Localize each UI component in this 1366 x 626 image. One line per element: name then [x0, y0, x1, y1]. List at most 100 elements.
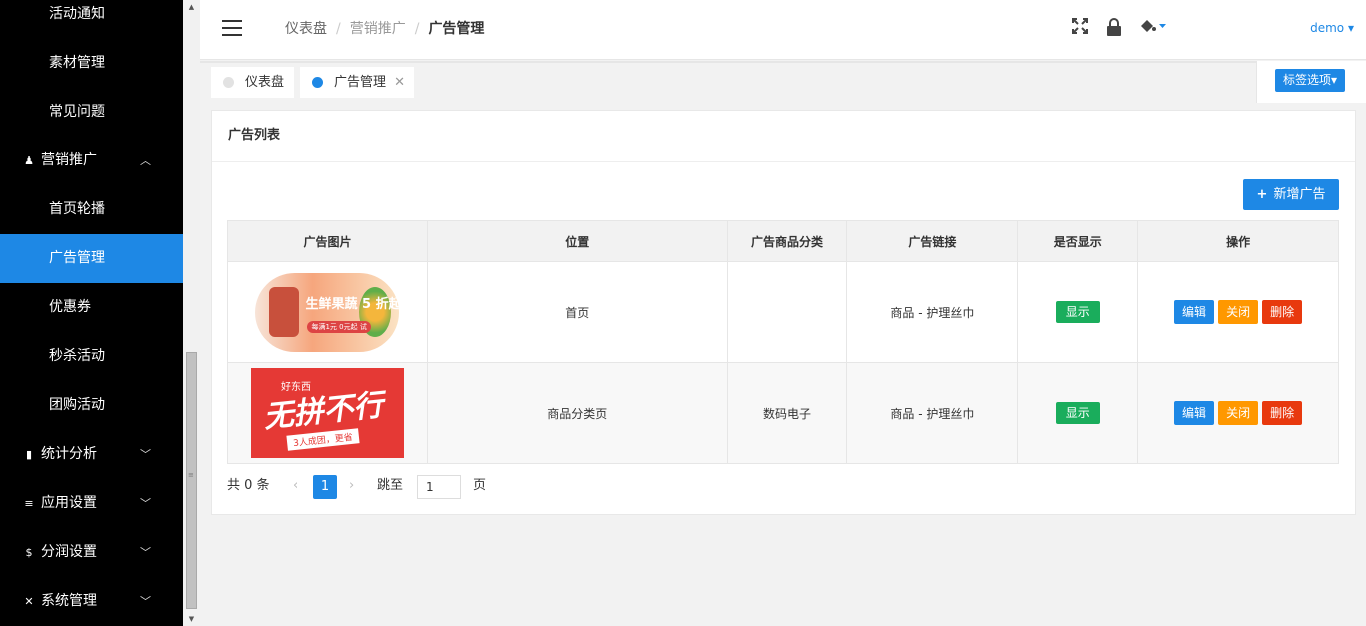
breadcrumb-current: 广告管理: [428, 21, 485, 37]
caret-down-icon: ▾: [1347, 21, 1354, 35]
caret-down-icon: ▾: [1331, 73, 1338, 87]
ad-image[interactable]: 生鲜果蔬 5 折起 每满1元 0元起 试: [255, 272, 400, 352]
ad-image-cell: 生鲜果蔬 5 折起 每满1元 0元起 试: [227, 261, 428, 363]
dollar-icon: $: [25, 546, 33, 559]
position-cell: 首页: [426, 261, 728, 363]
sidebar-item-label: 常见问题: [49, 104, 105, 120]
display-status-badge: 显示: [1055, 301, 1100, 323]
sidebar-item-label: 统计分析: [41, 446, 97, 462]
sidebar-item-activity-notice[interactable]: 活动通知: [0, 0, 183, 39]
display-cell: 显示: [1017, 261, 1139, 363]
tab-dashboard[interactable]: 仪表盘: [211, 67, 294, 98]
delete-button[interactable]: 删除: [1262, 300, 1303, 324]
sidebar-item-home-carousel[interactable]: 首页轮播: [0, 185, 183, 234]
lock-icon[interactable]: [1104, 18, 1124, 40]
tab-status-dot-icon: [223, 77, 234, 88]
link-cell: 商品 - 护理丝巾: [846, 261, 1019, 363]
sidebar-item-group-buy[interactable]: 团购活动: [0, 381, 183, 430]
sidebar-group-statistics[interactable]: ▮ 统计分析 ﹀: [0, 430, 183, 479]
ad-image-headline: 无拼不行: [261, 387, 385, 436]
edit-button[interactable]: 编辑: [1174, 300, 1215, 324]
close-icon[interactable]: ✕: [394, 67, 405, 98]
sidebar-item-coupons[interactable]: 优惠券: [0, 283, 183, 332]
actions-cell: 编辑 关闭 删除: [1137, 362, 1339, 464]
sidebar-group-marketing[interactable]: ♟ 营销推广 ︿: [0, 136, 183, 185]
sidebar-item-label: 系统管理: [41, 593, 97, 609]
link-cell: 商品 - 护理丝巾: [846, 362, 1019, 464]
column-header: 位置: [426, 220, 728, 262]
scroll-up-arrow-icon[interactable]: ▲: [183, 0, 200, 14]
sidebar-item-label: 活动通知: [49, 6, 105, 22]
theme-paint-bucket-icon[interactable]: [1138, 18, 1168, 40]
sidebar-item-label: 秒杀活动: [49, 348, 105, 364]
table-row: 生鲜果蔬 5 折起 每满1元 0元起 试 首页 商品 - 护理丝巾 显示 编辑关…: [227, 261, 1339, 363]
sidebar-item-flash-sale[interactable]: 秒杀活动: [0, 332, 183, 381]
sidebar-item-label: 优惠券: [49, 299, 91, 315]
tab-label: 仪表盘: [245, 75, 285, 90]
actions-cell: 编辑 关闭 删除: [1137, 261, 1339, 363]
tab-options-button[interactable]: 标签选项▾: [1275, 69, 1346, 92]
user-menu[interactable]: demo ▾: [1310, 21, 1354, 35]
column-header: 广告商品分类: [726, 220, 848, 262]
close-button[interactable]: 关闭: [1218, 401, 1259, 425]
chevron-up-icon: ︿: [140, 154, 151, 167]
chevron-down-icon: ﹀: [140, 595, 151, 608]
tab-status-dot-icon: [312, 77, 323, 88]
tools-icon: ✕: [24, 595, 34, 608]
plus-icon: +: [1256, 187, 1268, 202]
tab-ad-management[interactable]: 广告管理 ✕: [300, 67, 414, 98]
sidebar-item-label: 素材管理: [49, 55, 105, 71]
display-status-badge: 显示: [1055, 402, 1100, 424]
ad-image-subtext: 每满1元 0元起 试: [307, 320, 371, 333]
chevron-right-icon[interactable]: ›: [349, 473, 354, 499]
table-header-row: 广告图片 位置 广告商品分类 广告链接 是否显示 操作: [227, 220, 1339, 262]
ad-image-cell: 好东西 无拼不行 3人成团，更省: [227, 362, 428, 464]
sidebar-item-faq[interactable]: 常见问题: [0, 88, 183, 137]
breadcrumb-dashboard[interactable]: 仪表盘: [285, 21, 327, 37]
username: demo: [1310, 21, 1345, 35]
grip-icon: ≡: [188, 471, 194, 479]
page-number-current[interactable]: 1: [313, 475, 337, 499]
chevron-down-icon: ﹀: [140, 546, 151, 559]
scrollbar-thumb[interactable]: ≡: [186, 352, 197, 609]
sidebar-item-ad-management[interactable]: 广告管理: [0, 234, 183, 283]
sidebar-group-system[interactable]: ✕ 系统管理 ﹀: [0, 577, 183, 626]
add-ad-button[interactable]: + 新增广告: [1243, 179, 1339, 210]
sidebar-group-app-settings[interactable]: ≡ 应用设置 ﹀: [0, 479, 183, 528]
column-header: 广告链接: [846, 220, 1019, 262]
menu-toggle-icon[interactable]: [222, 20, 242, 36]
fullscreen-icon[interactable]: [1070, 18, 1090, 40]
sidebar-group-profit-settings[interactable]: $ 分润设置 ﹀: [0, 528, 183, 577]
top-header: 仪表盘 / 营销推广 / 广告管理 demo ▾: [200, 0, 1366, 60]
scroll-down-arrow-icon[interactable]: ▼: [183, 612, 200, 626]
sidebar-item-label: 分润设置: [41, 544, 97, 560]
ad-image[interactable]: 好东西 无拼不行 3人成团，更省: [250, 368, 404, 458]
card-title: 广告列表: [212, 111, 1355, 162]
sidebar: 活动通知 素材管理 常见问题 ♟ 营销推广 ︿ 首页轮播 广告管理 优惠券 秒杀活…: [0, 0, 183, 626]
column-header: 广告图片: [227, 220, 428, 262]
pagination-total: 共 0 条: [227, 478, 270, 493]
ad-list-card: 广告列表 + 新增广告 广告图片 位置 广告商品分类 广告链接 是否显示 操作 生…: [211, 110, 1356, 515]
sidebar-item-label: 广告管理: [49, 250, 105, 266]
tab-bar: 仪表盘 广告管理 ✕ 标签选项▾: [200, 61, 1366, 103]
sidebar-item-materials[interactable]: 素材管理: [0, 39, 183, 88]
sidebar-item-label: 团购活动: [49, 397, 105, 413]
column-header: 操作: [1137, 220, 1339, 262]
list-icon: ≡: [24, 497, 34, 510]
ad-image-headline: 生鲜果蔬 5 折起: [305, 296, 400, 312]
pagination-unit-label: 页: [473, 478, 487, 493]
edit-button[interactable]: 编辑: [1174, 401, 1215, 425]
bar-chart-icon: ▮: [25, 448, 33, 461]
breadcrumb-marketing[interactable]: 营销推广: [350, 21, 406, 37]
display-cell: 显示: [1017, 362, 1139, 464]
chevron-left-icon[interactable]: ‹: [293, 473, 298, 499]
tab-label: 广告管理: [334, 75, 387, 90]
sidebar-item-label: 应用设置: [41, 495, 97, 511]
page-jump-input[interactable]: 1: [417, 475, 461, 499]
ad-table: 广告图片 位置 广告商品分类 广告链接 是否显示 操作 生鲜果蔬 5 折起 每满…: [227, 220, 1339, 464]
close-button[interactable]: 关闭: [1218, 300, 1259, 324]
chevron-down-icon: ﹀: [140, 497, 151, 510]
sidebar-scrollbar[interactable]: ▲ ≡ ▼: [183, 0, 200, 626]
delete-button[interactable]: 删除: [1262, 401, 1303, 425]
chevron-down-icon: ﹀: [140, 448, 151, 461]
